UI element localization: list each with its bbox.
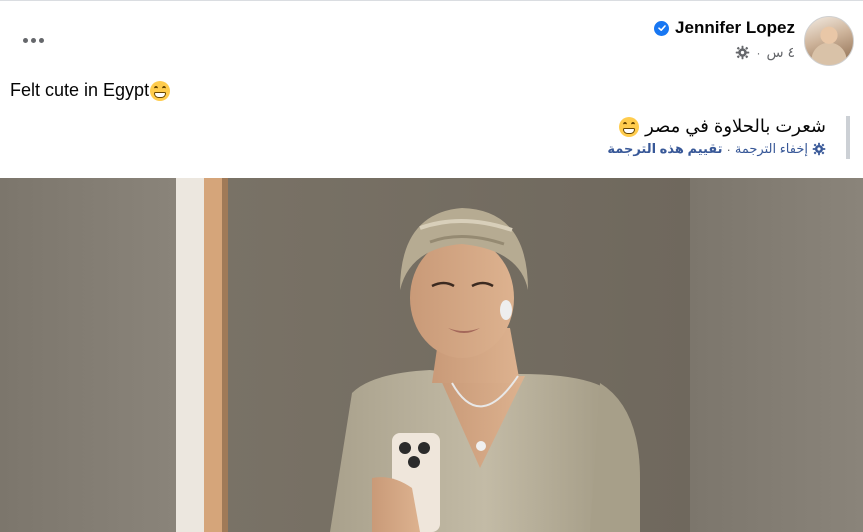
photo-illustration xyxy=(0,178,863,532)
gear-icon[interactable] xyxy=(735,45,750,60)
more-options-button[interactable] xyxy=(16,26,50,54)
post-header: Jennifer Lopez ٤ س · xyxy=(654,18,795,61)
post-photo[interactable] xyxy=(0,178,863,532)
translation-separator: · xyxy=(726,141,731,157)
meta-separator: · xyxy=(756,45,761,60)
verified-badge-icon xyxy=(654,20,670,36)
more-options-icon xyxy=(22,37,28,43)
grinning-face-emoji-icon xyxy=(619,116,640,137)
author-name[interactable]: Jennifer Lopez xyxy=(675,18,795,38)
grinning-face-emoji-icon xyxy=(150,80,171,101)
post-text-content: Felt cute in Egypt xyxy=(10,80,150,100)
post-time[interactable]: ٤ س xyxy=(766,44,795,61)
rate-translation-link[interactable]: تقييم هذه الترجمة xyxy=(607,141,722,157)
hide-translation-link[interactable]: إخفاء الترجمة xyxy=(735,141,808,157)
translated-text: شعرت بالحلاوة في مصر xyxy=(645,116,826,136)
avatar[interactable] xyxy=(804,16,854,66)
translation-block: شعرت بالحلاوة في مصر إخفاء الترجمة · تقي… xyxy=(570,116,850,159)
settings-icon[interactable] xyxy=(812,142,826,156)
top-divider xyxy=(0,0,863,1)
post-text: Felt cute in Egypt xyxy=(10,80,171,101)
